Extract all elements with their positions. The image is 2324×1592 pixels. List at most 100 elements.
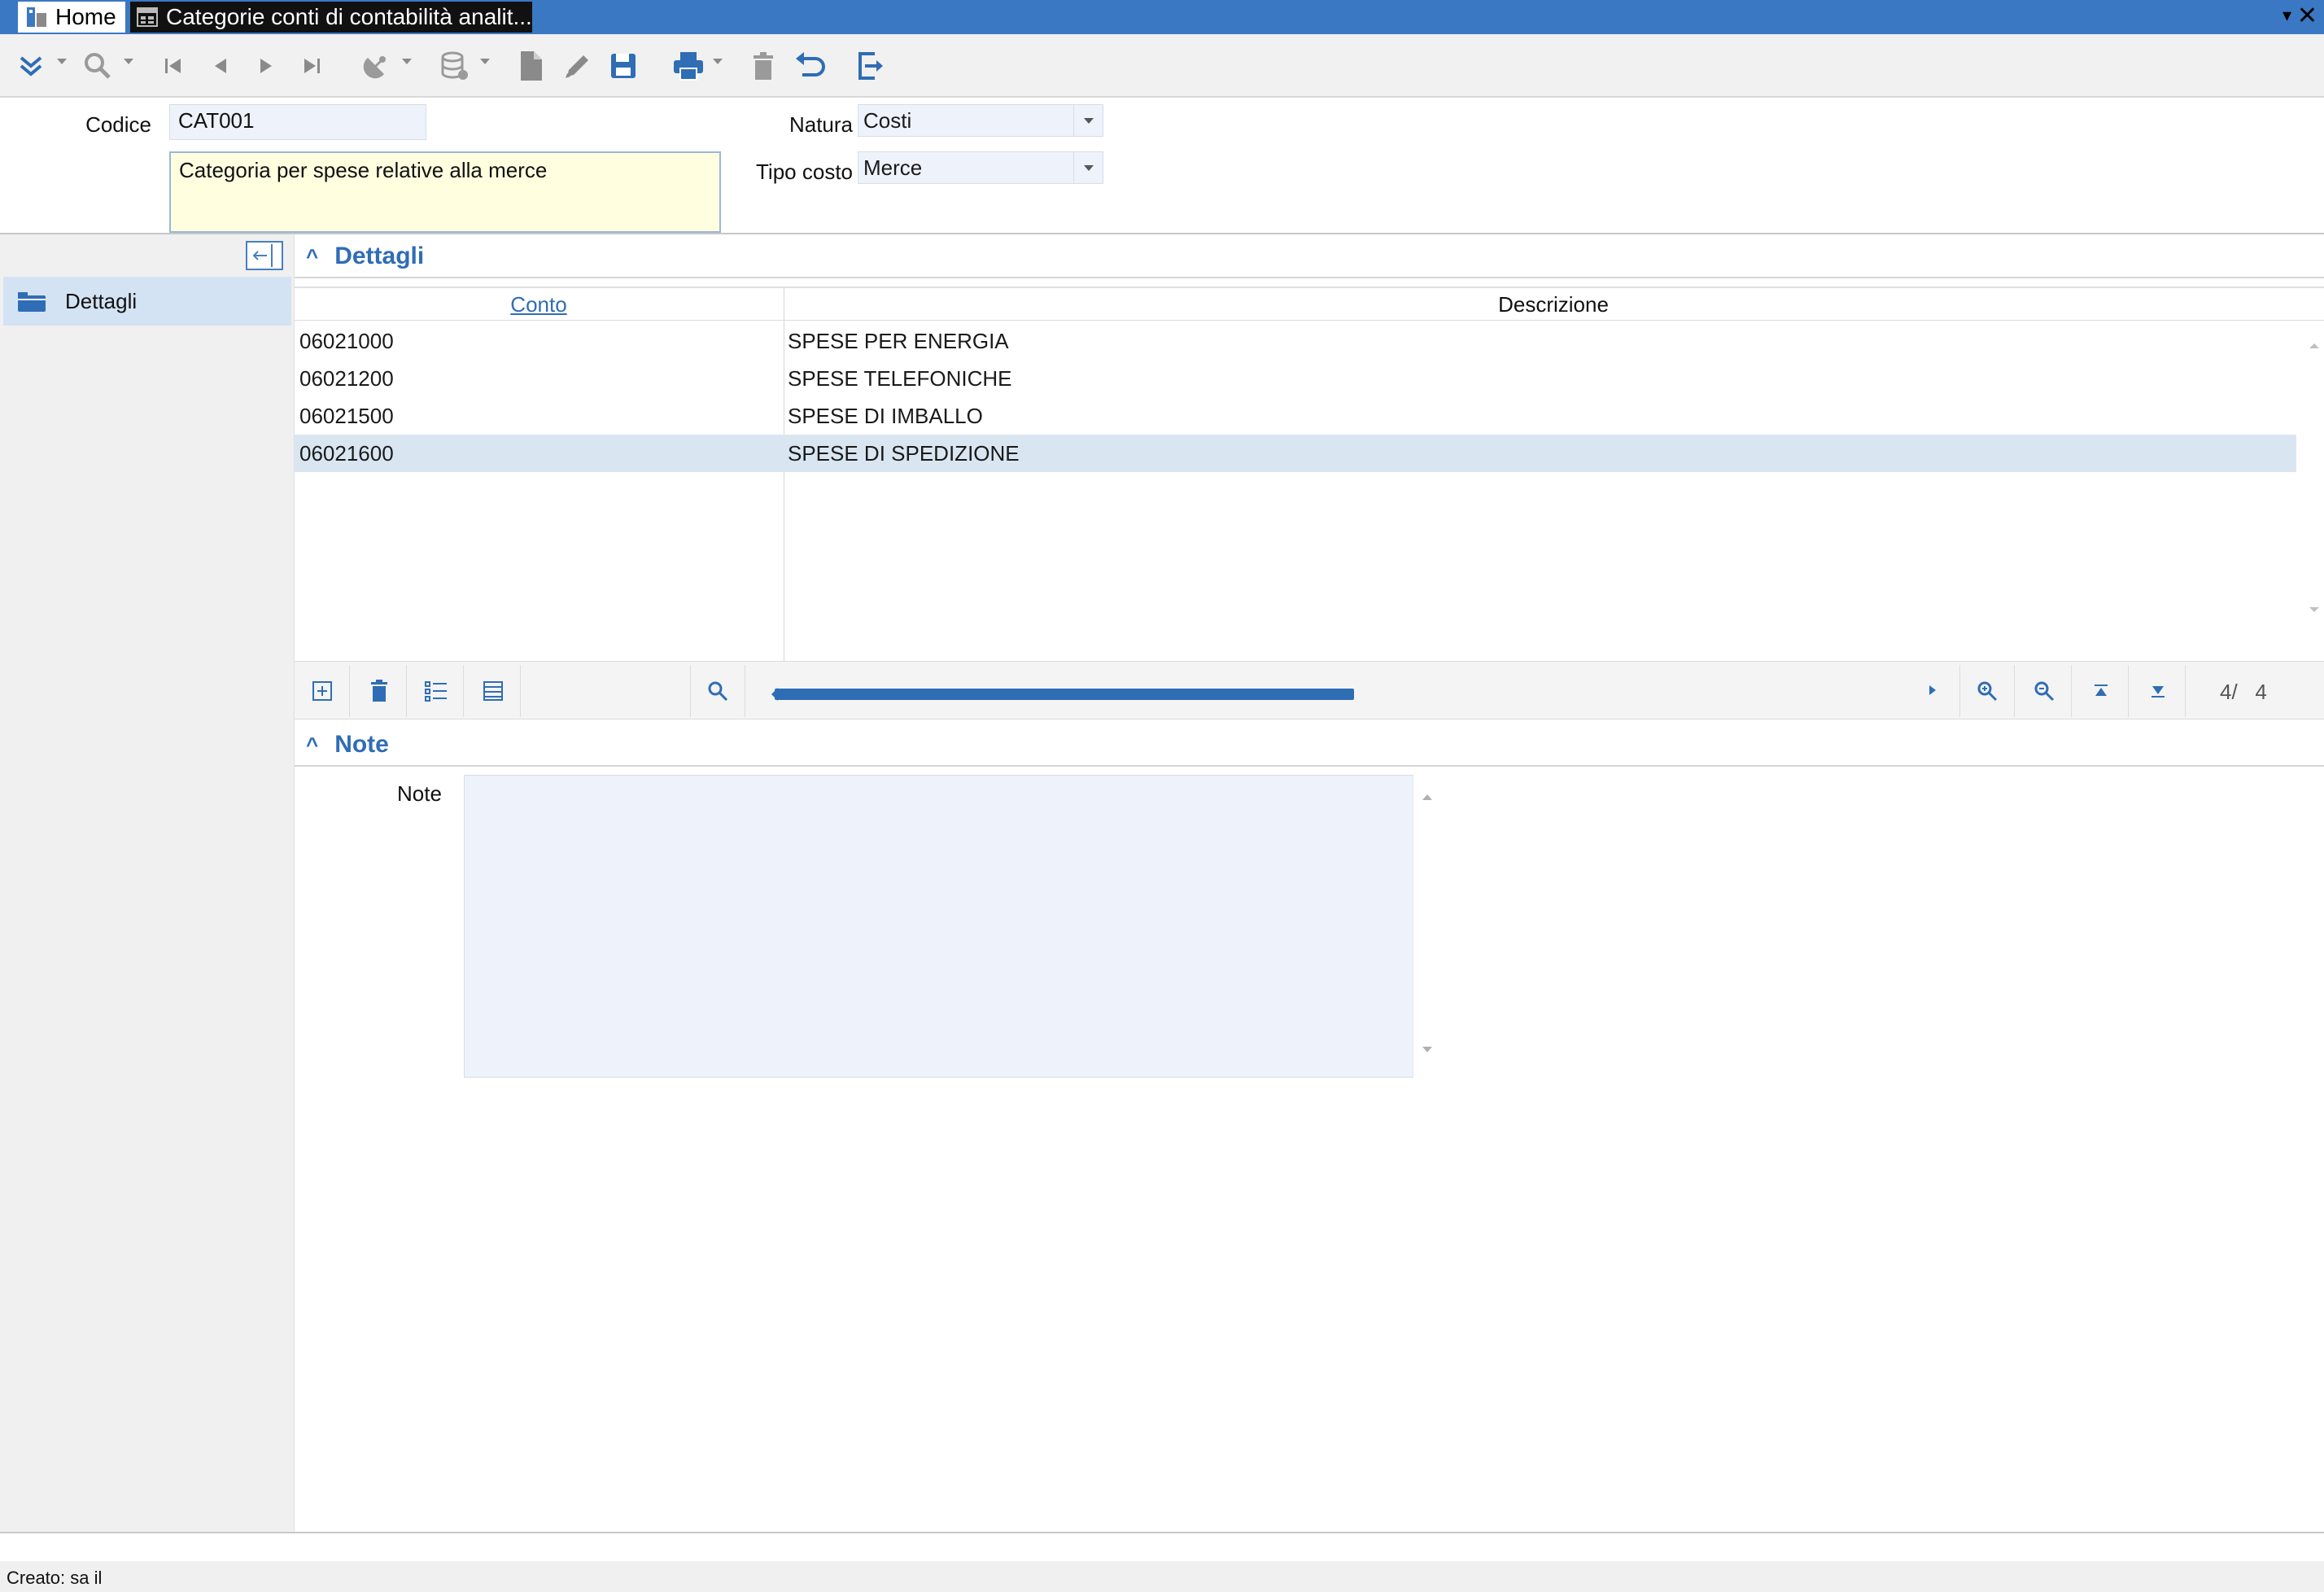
save-button[interactable]: [607, 46, 640, 86]
first-record-button[interactable]: [159, 46, 187, 86]
add-row-icon: [312, 681, 332, 701]
print-icon: [674, 52, 703, 81]
chevron-down-icon[interactable]: [402, 59, 412, 64]
cell-descrizione: SPESE PER ENERGIA: [788, 329, 1009, 353]
chevron-down-icon[interactable]: [480, 59, 490, 64]
table-view-icon: [483, 681, 503, 701]
zoom-out-button[interactable]: [2016, 665, 2072, 717]
print-button[interactable]: [671, 46, 706, 86]
detail-view-button[interactable]: [465, 665, 521, 717]
scroll-down-icon[interactable]: [1422, 1047, 1432, 1052]
scroll-down-icon[interactable]: [2309, 607, 2319, 612]
search-button[interactable]: [80, 46, 116, 86]
chevron-down-icon[interactable]: [713, 59, 723, 64]
edit-button[interactable]: [561, 46, 594, 86]
nav-item-dettagli[interactable]: Dettagli: [3, 277, 291, 326]
search-icon: [85, 53, 111, 79]
grid-header: Conto Descrizione: [295, 288, 2324, 321]
close-icon[interactable]: ✕: [2297, 2, 2317, 30]
chevron-down-icon[interactable]: [57, 59, 67, 64]
left-navigation: Dettagli: [0, 234, 295, 1532]
window-menu-icon[interactable]: ▾: [2282, 5, 2291, 26]
title-bar: Home Categorie conti di contabilità anal…: [0, 0, 2324, 34]
status-text: Creato: sa il: [7, 1568, 103, 1588]
note-scrollbar[interactable]: [1413, 775, 1440, 1078]
natura-label: Natura: [788, 112, 853, 137]
natura-value: Costi: [863, 108, 912, 133]
note-label: Note: [397, 781, 442, 806]
status-strip: [0, 1561, 2324, 1592]
codice-field[interactable]: CAT001: [169, 104, 426, 140]
undo-button[interactable]: [793, 46, 828, 86]
scroll-up-icon[interactable]: [1422, 794, 1432, 800]
list-view-button[interactable]: [408, 665, 464, 717]
tipo-costo-label: Tipo costo: [756, 160, 853, 184]
tab-categorie-conti[interactable]: Categorie conti di contabilità analit...: [130, 2, 532, 33]
new-document-icon: [521, 51, 542, 81]
delete-row-button[interactable]: [352, 665, 407, 717]
note-section-header[interactable]: ^ Note: [295, 724, 2324, 767]
chevron-up-icon[interactable]: ^: [306, 733, 318, 758]
column-header-descrizione[interactable]: Descrizione: [784, 288, 2322, 321]
exit-button[interactable]: [853, 46, 889, 86]
previous-record-button[interactable]: [207, 46, 234, 86]
scroll-up-icon[interactable]: [2309, 343, 2319, 348]
zoom-in-button[interactable]: [1959, 665, 2015, 717]
dettagli-section-header[interactable]: ^ Dettagli: [295, 236, 2324, 278]
note-section-title: Note: [334, 731, 389, 758]
trash-icon: [754, 52, 773, 80]
database-icon: [441, 51, 468, 80]
last-record-button[interactable]: [298, 46, 325, 86]
descrizione-field[interactable]: Categoria per spese relative alla merce: [169, 151, 721, 233]
last-row-button[interactable]: [2130, 665, 2186, 717]
note-textarea[interactable]: [464, 775, 1440, 1078]
tab-home[interactable]: Home: [18, 2, 125, 33]
record-counter: 4/ 4: [2220, 680, 2267, 704]
satellite-icon: [363, 56, 386, 79]
delete-button[interactable]: [747, 46, 780, 86]
table-row-selected[interactable]: 06021600 SPESE DI SPEDIZIONE: [295, 435, 2296, 472]
double-chevron-down-icon: [20, 56, 42, 77]
codice-label: Codice: [85, 112, 151, 137]
table-row[interactable]: 06021500 SPESE DI IMBALLO: [295, 397, 2296, 435]
form-icon: [135, 5, 159, 29]
table-row[interactable]: 06021000 SPESE PER ENERGIA: [295, 322, 2296, 360]
save-icon: [611, 54, 636, 78]
chevron-down-icon[interactable]: [124, 59, 133, 64]
add-row-button[interactable]: [295, 665, 350, 717]
dettagli-section-title: Dettagli: [334, 243, 425, 269]
next-record-button[interactable]: [252, 46, 280, 86]
collapse-panel-button[interactable]: [246, 241, 283, 270]
exit-icon: [858, 52, 883, 80]
natura-select[interactable]: Costi: [858, 104, 1103, 137]
record-header: Codice CAT001 Categoria per spese relati…: [0, 98, 2324, 234]
table-row[interactable]: 06021200 SPESE TELEFONICHE: [295, 360, 2296, 397]
horizontal-scrollbar[interactable]: [775, 689, 1354, 700]
chevron-down-icon[interactable]: [1073, 105, 1103, 136]
move-top-icon: [2094, 684, 2108, 696]
scroll-right-icon[interactable]: [1927, 678, 1938, 708]
undo-icon: [796, 52, 825, 77]
zoom-out-icon: [2034, 681, 2054, 702]
grid-search-button[interactable]: [690, 665, 745, 717]
column-header-conto[interactable]: Conto: [295, 288, 783, 321]
satellite-button[interactable]: [358, 46, 394, 86]
collapse-all-button[interactable]: [15, 46, 47, 86]
cell-descrizione: SPESE DI IMBALLO: [788, 404, 983, 428]
move-bottom-icon: [2151, 686, 2165, 698]
folder-icon: [18, 292, 46, 312]
chevron-down-icon[interactable]: [1073, 152, 1103, 183]
cell-conto: 06021200: [299, 366, 394, 391]
chevron-up-icon[interactable]: ^: [306, 244, 318, 269]
cell-conto: 06021500: [299, 404, 394, 428]
tipo-costo-value: Merce: [863, 155, 923, 180]
list-icon: [424, 681, 447, 702]
cell-descrizione: SPESE TELEFONICHE: [788, 366, 1012, 391]
first-record-icon: [165, 59, 181, 73]
tipo-costo-select[interactable]: Merce: [858, 151, 1103, 184]
database-button[interactable]: [436, 46, 472, 86]
first-row-button[interactable]: [2073, 665, 2129, 717]
edit-icon: [566, 55, 588, 78]
new-document-button[interactable]: [514, 46, 547, 86]
conti-grid: Conto Descrizione 06021000 SPESE PER ENE…: [295, 286, 2324, 663]
